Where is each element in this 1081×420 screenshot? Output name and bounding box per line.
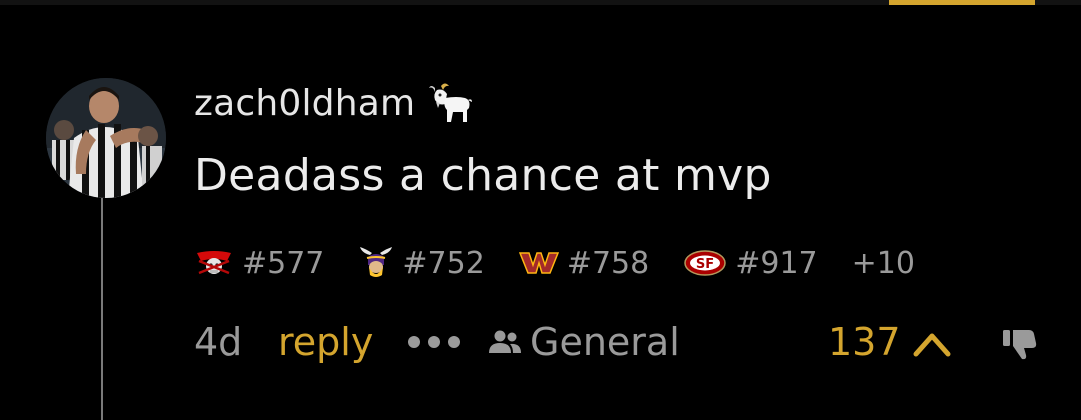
comment-body: Deadass a chance at mvp — [194, 150, 772, 201]
team-badges: #577 #752 #758 SF #917 +10 — [194, 240, 915, 286]
goat-icon — [429, 83, 473, 122]
more-icon — [428, 336, 440, 348]
badge-vikings[interactable]: #752 — [358, 245, 485, 281]
badge-commanders[interactable]: #758 — [518, 245, 650, 281]
49ers-logo-icon: SF — [684, 250, 726, 276]
badge-rank: #752 — [402, 245, 485, 281]
username[interactable]: zach0ldham — [194, 83, 415, 124]
reply-button[interactable]: reply — [278, 320, 373, 364]
comment-age: 4d — [194, 320, 243, 364]
vikings-logo-icon — [360, 247, 393, 277]
more-icon — [448, 336, 460, 348]
more-icon — [408, 336, 420, 348]
group-icon — [489, 330, 521, 353]
channel-label: General — [530, 320, 680, 364]
badge-rank: #917 — [735, 245, 818, 281]
upvote-icon[interactable] — [912, 326, 952, 360]
avatar-image — [46, 78, 166, 198]
vote-score: 137 — [828, 320, 901, 364]
more-options-button[interactable] — [408, 334, 460, 350]
thread-line[interactable] — [101, 197, 103, 420]
svg-text:SF: SF — [696, 257, 714, 272]
active-tab-indicator — [889, 0, 1035, 5]
buccaneers-logo-icon — [197, 251, 231, 275]
comment-header: zach0ldham — [194, 80, 473, 126]
badge-49ers[interactable]: SF #917 — [683, 245, 818, 281]
badge-rank: #577 — [242, 245, 325, 281]
downvote-icon[interactable] — [1000, 324, 1040, 362]
avatar[interactable] — [46, 78, 166, 198]
commanders-logo-icon — [518, 252, 559, 274]
badge-rank: #758 — [566, 245, 650, 281]
more-badges[interactable]: +10 — [852, 246, 915, 281]
channel-tag[interactable]: General — [488, 320, 680, 364]
badge-buccaneers[interactable]: #577 — [194, 246, 324, 281]
comment-actions: 4d reply General 137 — [194, 316, 1044, 370]
